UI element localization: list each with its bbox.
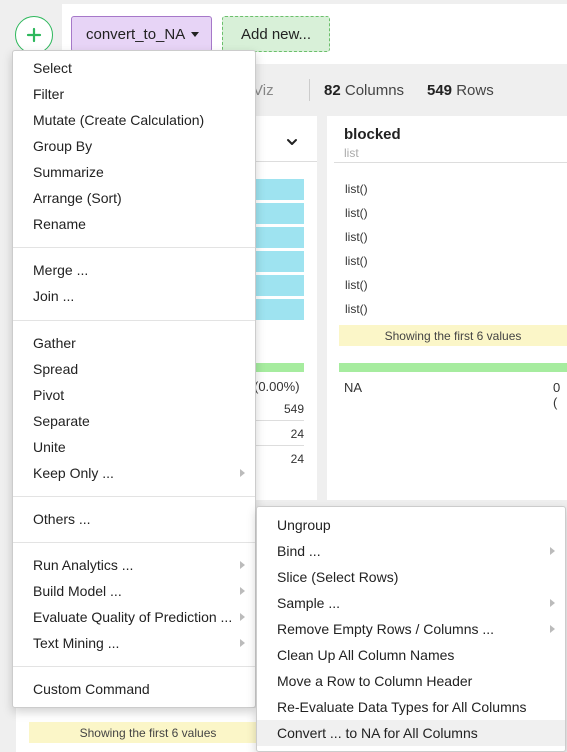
- menu-item-summarize[interactable]: Summarize: [13, 159, 255, 185]
- na-ratio-bar: [256, 363, 304, 372]
- menu-item-separate[interactable]: Separate: [13, 408, 255, 434]
- summary-row: 24: [256, 422, 304, 446]
- histogram-bar[interactable]: [256, 251, 304, 272]
- rows-count: 549: [427, 82, 453, 99]
- showing-first-values-note: Showing the first 6 values: [29, 722, 267, 743]
- submenu-item-slice[interactable]: Slice (Select Rows): [257, 564, 565, 590]
- column-card-bottom: Showing the first 6 values: [16, 708, 267, 752]
- submenu-item-ungroup[interactable]: Ungroup: [257, 512, 565, 538]
- list-item: list(): [345, 302, 368, 316]
- column-card-blocked: blocked list list() list() list() list()…: [327, 116, 567, 500]
- submenu-item-convert-to-na[interactable]: Convert ... to NA for All Columns: [257, 720, 565, 746]
- tab-viz[interactable]: Viz: [253, 82, 274, 99]
- showing-first-values-note: Showing the first 6 values: [339, 325, 567, 346]
- header-divider: [334, 162, 567, 163]
- menu-item-join[interactable]: Join ...: [13, 283, 255, 309]
- submenu-item-label: Sample ...: [277, 595, 341, 611]
- columns-label: Columns: [344, 82, 405, 99]
- step-chip-convert-to-na[interactable]: convert_to_NA: [71, 16, 212, 52]
- menu-divider: [13, 496, 255, 497]
- column-type: list: [344, 146, 359, 160]
- menu-item-label: Run Analytics ...: [33, 557, 134, 573]
- submenu-item-bind[interactable]: Bind ...: [257, 538, 565, 564]
- histogram-bar[interactable]: [256, 299, 304, 320]
- menu-item-unite[interactable]: Unite: [13, 434, 255, 460]
- menu-item-gather[interactable]: Gather: [13, 330, 255, 356]
- caret-down-icon: [191, 31, 200, 37]
- submenu-arrow-icon: [240, 587, 245, 595]
- submenu-item-label: Bind ...: [277, 543, 321, 559]
- menu-divider: [13, 666, 255, 667]
- chevron-down-icon[interactable]: [286, 136, 298, 148]
- menu-item-arrange[interactable]: Arrange (Sort): [13, 185, 255, 211]
- step-chip-label: convert_to_NA: [86, 25, 186, 43]
- list-item: list(): [345, 254, 368, 268]
- submenu-arrow-icon: [550, 547, 555, 555]
- menu-item-evaluate-quality[interactable]: Evaluate Quality of Prediction ...: [13, 604, 255, 630]
- menu-divider: [13, 542, 255, 543]
- submenu-item-row-to-header[interactable]: Move a Row to Column Header: [257, 668, 565, 694]
- na-count: 0 (: [553, 380, 561, 410]
- menu-item-build-model[interactable]: Build Model ...: [13, 578, 255, 604]
- menu-item-others[interactable]: Others ...: [13, 506, 255, 532]
- plus-icon: [26, 27, 42, 43]
- histogram-bar[interactable]: [256, 179, 304, 200]
- menu-item-label: Evaluate Quality of Prediction ...: [33, 609, 233, 625]
- add-new-step-button[interactable]: Add new...: [222, 16, 330, 52]
- histogram-bar[interactable]: [256, 275, 304, 296]
- menu-item-merge[interactable]: Merge ...: [13, 257, 255, 283]
- histogram-bar[interactable]: [256, 203, 304, 224]
- na-percentage: (0.00%): [254, 379, 300, 394]
- list-item: list(): [345, 278, 368, 292]
- columns-count: 82: [324, 82, 341, 99]
- list-item: list(): [345, 230, 368, 244]
- na-ratio-bar: [339, 363, 567, 372]
- menu-item-text-mining[interactable]: Text Mining ...: [13, 630, 255, 656]
- menu-item-filter[interactable]: Filter: [13, 81, 255, 107]
- menu-item-label: Text Mining ...: [33, 635, 120, 651]
- menu-item-rename[interactable]: Rename: [13, 211, 255, 237]
- columns-stat: 82 Columns: [324, 82, 404, 99]
- menu-item-keep-only[interactable]: Keep Only ...: [13, 460, 255, 486]
- add-step-menu: Select Filter Mutate (Create Calculation…: [12, 50, 256, 708]
- submenu-item-clean-up-names[interactable]: Clean Up All Column Names: [257, 642, 565, 668]
- menu-item-group-by[interactable]: Group By: [13, 133, 255, 159]
- others-submenu: Ungroup Bind ... Slice (Select Rows) Sam…: [256, 506, 566, 752]
- menu-item-custom-command[interactable]: Custom Command: [13, 676, 255, 702]
- divider: [309, 79, 310, 101]
- histogram-bar[interactable]: [256, 227, 304, 248]
- list-item: list(): [345, 206, 368, 220]
- submenu-arrow-icon: [240, 469, 245, 477]
- menu-item-mutate[interactable]: Mutate (Create Calculation): [13, 107, 255, 133]
- rows-stat: 549 Rows: [427, 82, 494, 99]
- menu-divider: [13, 320, 255, 321]
- submenu-arrow-icon: [550, 625, 555, 633]
- list-item: list(): [345, 182, 368, 196]
- menu-item-pivot[interactable]: Pivot: [13, 382, 255, 408]
- menu-item-spread[interactable]: Spread: [13, 356, 255, 382]
- submenu-item-label: Remove Empty Rows / Columns ...: [277, 621, 495, 637]
- summary-row: 24: [290, 452, 304, 466]
- menu-divider: [13, 247, 255, 248]
- menu-item-label: Keep Only ...: [33, 465, 114, 481]
- submenu-item-remove-empty[interactable]: Remove Empty Rows / Columns ...: [257, 616, 565, 642]
- submenu-arrow-icon: [240, 561, 245, 569]
- submenu-item-sample[interactable]: Sample ...: [257, 590, 565, 616]
- summary-strip: [255, 66, 567, 114]
- menu-item-label: Build Model ...: [33, 583, 122, 599]
- header-divider: [256, 161, 317, 162]
- menu-item-run-analytics[interactable]: Run Analytics ...: [13, 552, 255, 578]
- submenu-arrow-icon: [240, 639, 245, 647]
- na-label: NA: [344, 380, 363, 395]
- menu-item-select[interactable]: Select: [13, 55, 255, 81]
- submenu-item-reevaluate-types[interactable]: Re-Evaluate Data Types for All Columns: [257, 694, 565, 720]
- rows-label: Rows: [456, 82, 494, 99]
- add-step-button[interactable]: [15, 16, 53, 54]
- summary-row: 549: [256, 397, 304, 421]
- submenu-arrow-icon: [550, 599, 555, 607]
- column-name[interactable]: blocked: [344, 126, 401, 143]
- submenu-arrow-icon: [240, 613, 245, 621]
